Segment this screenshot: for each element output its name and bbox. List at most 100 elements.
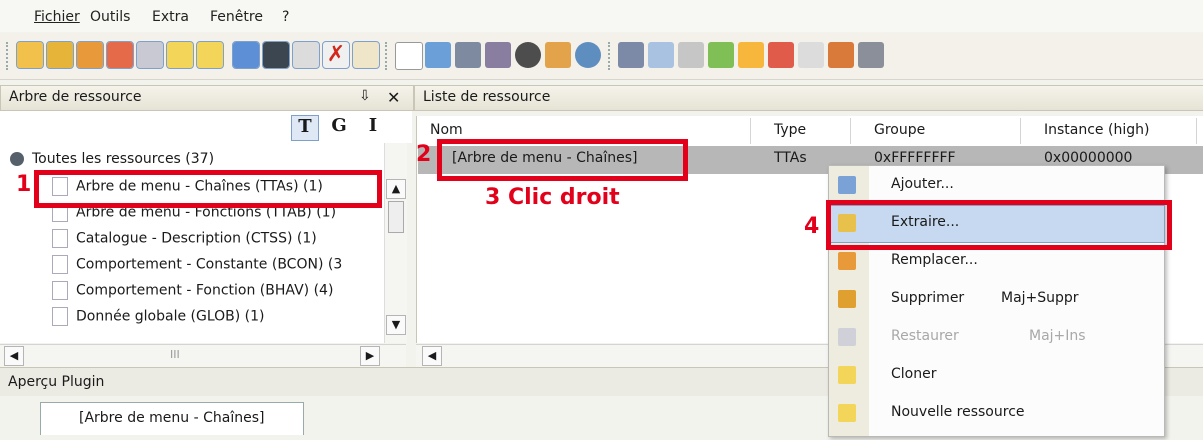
ctx-label: Ajouter... [891, 176, 954, 192]
menu-extra[interactable]: Extra [152, 9, 189, 25]
tgi-t-button[interactable]: T [291, 115, 319, 141]
document-icon[interactable] [648, 42, 674, 68]
left-panel-header: Arbre de ressource ⇩ ✕ [0, 85, 414, 111]
user-icon[interactable] [262, 41, 290, 69]
row-instance: 0x00000000 [1044, 150, 1133, 166]
close-icon[interactable]: ✕ [387, 88, 400, 107]
new-file-icon[interactable] [395, 42, 423, 70]
ctx-item-nouvelle-ressource[interactable]: Nouvelle ressource [829, 396, 1164, 432]
ctx-label: Nouvelle ressource [891, 404, 1025, 420]
scroll-up-icon[interactable]: ▲ [386, 179, 406, 199]
puzzle-icon[interactable] [708, 42, 734, 68]
new-resource-icon[interactable] [196, 41, 224, 69]
tree-item-label: Comportement - Constante (BCON) (3 [76, 256, 343, 273]
tools-icon[interactable] [798, 42, 824, 68]
ctx-item-cloner[interactable]: Cloner [829, 358, 1164, 394]
window-icon[interactable] [858, 42, 884, 68]
replace-icon[interactable] [76, 41, 104, 69]
open-package-icon[interactable] [16, 41, 44, 69]
column-label: Nom [430, 122, 463, 138]
annotation-box-1 [34, 170, 382, 208]
row-groupe: 0xFFFFFFFF [874, 150, 956, 166]
people-icon[interactable] [545, 42, 571, 68]
delete-icon [838, 290, 856, 308]
clone-icon[interactable] [166, 41, 194, 69]
disabled-icon[interactable] [292, 41, 320, 69]
document-icon [52, 307, 68, 326]
link-icon[interactable] [678, 42, 704, 68]
save-icon[interactable] [455, 42, 481, 68]
toolbar-grip[interactable] [6, 42, 11, 70]
column-type[interactable]: Type [760, 118, 851, 144]
preview-title: Aperçu Plugin [8, 374, 105, 390]
row-type: TTAs [774, 150, 807, 166]
clone-icon [838, 366, 856, 384]
list-panel-header: Liste de ressource [414, 85, 1203, 111]
annotation-box-2 [437, 139, 688, 181]
menu-fichier[interactable]: Fichier [34, 9, 80, 25]
ctx-item-supprimer[interactable]: Supprimer Maj+Suppr [829, 282, 1164, 318]
restore-icon[interactable] [136, 41, 164, 69]
tree-root-label: Toutes les ressources (37) [32, 151, 215, 167]
annotation-number-1: 1 [16, 172, 32, 197]
tag-icon[interactable] [352, 41, 380, 69]
scroll-thumb[interactable] [388, 201, 404, 233]
delete-icon[interactable] [106, 41, 134, 69]
save-as-icon[interactable] [485, 42, 511, 68]
ctx-label: Restaurer [891, 328, 959, 344]
annotation-step-3: 3 Clic droit [485, 185, 620, 210]
toolbar-grip-2[interactable] [385, 42, 390, 70]
tree-item-ctss[interactable]: Catalogue - Description (CTSS) (1) [52, 229, 317, 253]
add-icon [838, 176, 856, 194]
preview-tab-label: [Arbre de menu - Chaînes] [79, 410, 265, 426]
annotation-box-4 [826, 200, 1172, 250]
column-instance[interactable]: Instance (high) [1030, 118, 1197, 144]
tree-vertical-scrollbar[interactable]: ▲ ▼ [384, 143, 407, 343]
pin-icon[interactable]: ⇩ [359, 88, 371, 104]
close-icon[interactable] [515, 42, 541, 68]
menu-help[interactable]: ? [282, 9, 289, 25]
edit-icon[interactable] [828, 42, 854, 68]
search-icon[interactable] [575, 42, 601, 68]
document-icon [52, 255, 68, 274]
replace-icon [838, 252, 856, 270]
list-panel-title: Liste de ressource [423, 89, 551, 105]
toolbar-grip-3[interactable] [608, 42, 613, 70]
save-package-icon[interactable] [46, 41, 74, 69]
tree-item-label: Catalogue - Description (CTSS) (1) [76, 230, 317, 247]
annotation-number-2: 2 [416, 142, 432, 167]
scroll-down-icon[interactable]: ▼ [386, 315, 406, 335]
star-icon[interactable] [738, 42, 764, 68]
ctx-item-restaurer[interactable]: Restaurer Maj+Ins [829, 320, 1164, 356]
tgi-g-button[interactable]: G [326, 115, 352, 139]
ctx-label: Cloner [891, 366, 937, 382]
left-panel-title: Arbre de ressource [9, 89, 142, 105]
column-label: Groupe [874, 122, 926, 138]
tgi-i-button[interactable]: I [360, 115, 386, 139]
scroll-right-icon[interactable]: ▶ [360, 346, 380, 366]
open-folder-icon[interactable] [425, 42, 451, 68]
refresh-icon[interactable] [232, 41, 260, 69]
tree-horizontal-scrollbar[interactable]: ◀ III ▶ [0, 344, 406, 367]
tree-item-label: Donnée globale (GLOB) (1) [76, 308, 265, 325]
menu-outils[interactable]: Outils [90, 9, 130, 25]
document-icon [52, 229, 68, 248]
scroll-left-icon[interactable]: ◀ [422, 346, 442, 366]
list-icon[interactable] [768, 42, 794, 68]
tree-item-bcon[interactable]: Comportement - Constante (BCON) (3 [52, 255, 382, 279]
cancel-icon[interactable]: ✗ [322, 41, 350, 69]
column-groupe[interactable]: Groupe [860, 118, 1021, 144]
new-resource-icon [838, 404, 856, 422]
toolbar: ✗ [0, 33, 1203, 80]
package-icon[interactable] [618, 42, 644, 68]
tree-item-glob[interactable]: Donnée globale (GLOB) (1) [52, 307, 265, 331]
scroll-thumb-grip: III [170, 348, 180, 361]
column-label: Type [774, 122, 807, 138]
ctx-shortcut: Maj+Suppr [1001, 290, 1079, 306]
menu-fenetre[interactable]: Fenêtre [210, 9, 263, 25]
preview-tab[interactable]: [Arbre de menu - Chaînes] [40, 402, 304, 435]
ctx-item-ajouter[interactable]: Ajouter... [829, 168, 1164, 204]
tree-item-bhav[interactable]: Comportement - Fonction (BHAV) (4) [52, 281, 333, 305]
scroll-left-icon[interactable]: ◀ [4, 346, 24, 366]
ctx-shortcut: Maj+Ins [1029, 328, 1086, 344]
